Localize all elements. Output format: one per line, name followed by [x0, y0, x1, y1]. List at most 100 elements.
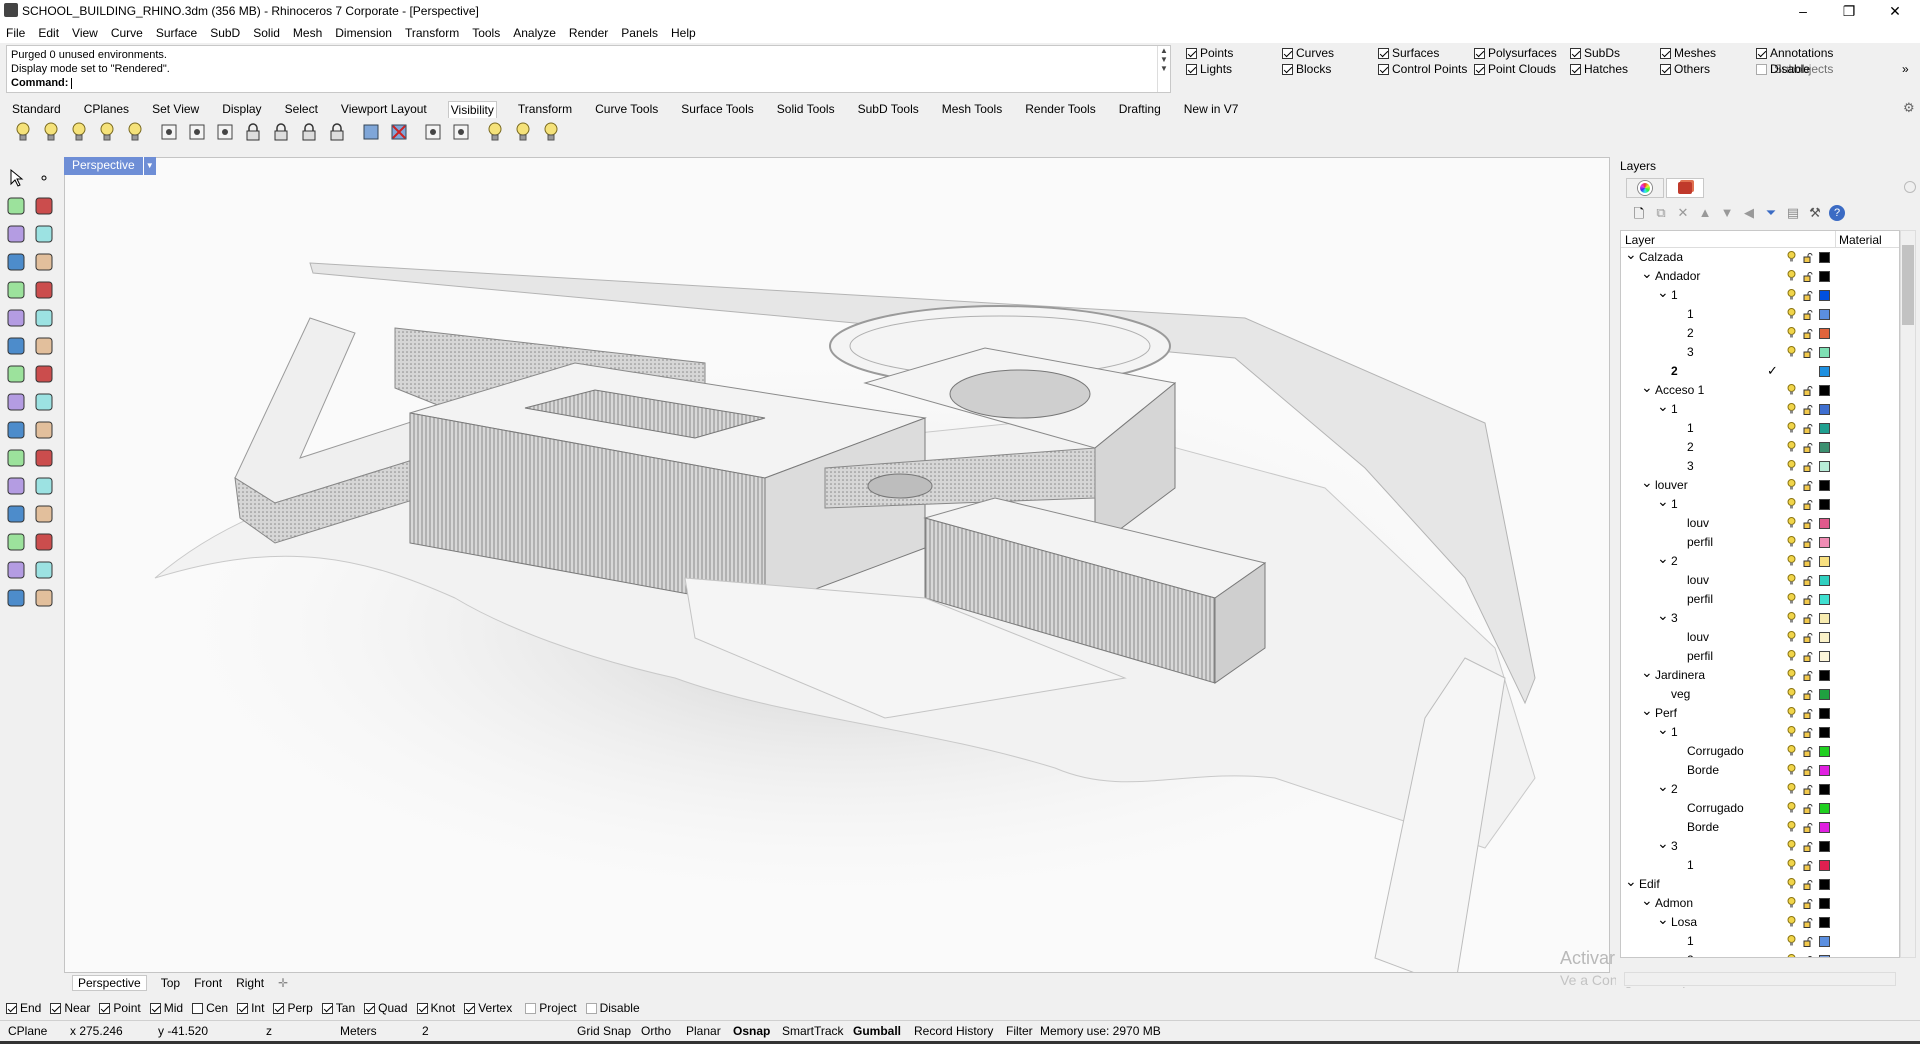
layer-visible-bulb-icon[interactable]: [1787, 536, 1796, 548]
layer-unlocked-icon[interactable]: [1803, 442, 1813, 453]
hide-swap-points-icon[interactable]: [212, 120, 238, 144]
layer-unlocked-icon[interactable]: [1803, 746, 1813, 757]
layer-color-swatch[interactable]: [1819, 803, 1830, 814]
expand-chevron-icon[interactable]: ⌄: [1641, 892, 1653, 909]
layer-color-swatch[interactable]: [1819, 290, 1830, 301]
expand-chevron-icon[interactable]: ⌄: [1657, 911, 1669, 928]
layer-name[interactable]: perfil: [1687, 535, 1713, 549]
layer-color-swatch[interactable]: [1819, 879, 1830, 890]
checkbox[interactable]: [6, 1002, 17, 1014]
menu-item-panels[interactable]: Panels: [621, 26, 658, 40]
osnap-knot[interactable]: Knot: [416, 1001, 455, 1015]
layer-color-swatch[interactable]: [1819, 955, 1830, 957]
layer-color-swatch[interactable]: [1819, 765, 1830, 776]
expand-chevron-icon[interactable]: ⌄: [1657, 284, 1669, 301]
command-history[interactable]: Purged 0 unused environments. Display mo…: [6, 45, 1171, 93]
menu-item-transform[interactable]: Transform: [405, 26, 459, 40]
layer-name[interactable]: 2: [1687, 953, 1694, 957]
expand-chevron-icon[interactable]: ⌄: [1641, 664, 1653, 681]
layer-row[interactable]: ⌄ 1: [1621, 721, 1899, 742]
layer-unlocked-icon[interactable]: [1803, 385, 1813, 396]
layers-horizontal-scrollbar[interactable]: [1624, 972, 1896, 986]
layer-visible-bulb-icon[interactable]: [1787, 840, 1796, 852]
filter-toggle[interactable]: Filter: [1006, 1024, 1033, 1038]
layer-unlocked-icon[interactable]: [1803, 480, 1813, 491]
layer-row[interactable]: 2: [1621, 951, 1899, 957]
command-input[interactable]: [71, 77, 73, 89]
help-icon[interactable]: ?: [1829, 205, 1845, 221]
perspective-viewport[interactable]: [64, 157, 1610, 973]
layer-name[interactable]: Losa: [1671, 915, 1697, 929]
layer-unlocked-icon[interactable]: [1803, 594, 1813, 605]
show-selected-bulb-icon[interactable]: [94, 120, 120, 144]
point-icon[interactable]: [32, 166, 56, 190]
layer-row[interactable]: 3: [1621, 457, 1899, 476]
array-icon[interactable]: [4, 530, 28, 554]
layer-row[interactable]: Corrugado: [1621, 799, 1899, 818]
checkbox[interactable]: [50, 1002, 62, 1014]
layer-color-swatch[interactable]: [1819, 252, 1830, 263]
filter-meshes[interactable]: Meshes: [1660, 46, 1716, 60]
layer-settings-icon[interactable]: ▤: [1782, 205, 1804, 223]
new-sublayer-icon[interactable]: ⧉: [1650, 205, 1672, 223]
polyline-icon[interactable]: [4, 194, 28, 218]
analyze-icon[interactable]: [4, 558, 28, 582]
fillet-curve-icon[interactable]: [32, 278, 56, 302]
tab-render-tools[interactable]: Render Tools: [1023, 101, 1098, 117]
layer-unlocked-icon[interactable]: [1803, 271, 1813, 282]
filter-others[interactable]: Others: [1660, 62, 1710, 76]
viewport-menu-chevron-down-icon[interactable]: ▼: [142, 157, 156, 175]
layer-color-swatch[interactable]: [1819, 594, 1830, 605]
move-up-icon[interactable]: ▲: [1694, 205, 1716, 223]
align-icon[interactable]: [32, 530, 56, 554]
layer-row[interactable]: ⌄ Edif: [1621, 873, 1899, 894]
layer-name[interactable]: louv: [1687, 573, 1709, 587]
osnap-mid[interactable]: Mid: [149, 1001, 183, 1015]
layer-visible-bulb-icon[interactable]: [1787, 745, 1796, 757]
patch-icon[interactable]: [32, 306, 56, 330]
layer-unlocked-icon[interactable]: [1803, 803, 1813, 814]
layer-unlocked-icon[interactable]: [1803, 822, 1813, 833]
unlock-icon[interactable]: [268, 120, 294, 144]
tab-drafting[interactable]: Drafting: [1117, 101, 1163, 117]
tab-subd-tools[interactable]: SubD Tools: [856, 101, 921, 117]
layer-unlocked-icon[interactable]: [1803, 347, 1813, 358]
layer-row[interactable]: 2: [1621, 324, 1899, 343]
tab-display[interactable]: Display: [220, 101, 263, 117]
tab-new-in-v7[interactable]: New in V7: [1182, 101, 1241, 117]
layer-color-swatch[interactable]: [1819, 613, 1830, 624]
select-arrow-icon[interactable]: [4, 166, 28, 190]
layer-visible-bulb-icon[interactable]: [1787, 251, 1796, 263]
tab-surface-tools[interactable]: Surface Tools: [679, 101, 756, 117]
expand-chevron-icon[interactable]: ⌄: [1641, 474, 1653, 491]
clipping-plane-icon[interactable]: [358, 120, 384, 144]
menu-item-curve[interactable]: Curve: [111, 26, 143, 40]
gumball-toggle[interactable]: Gumball: [853, 1024, 901, 1038]
toolbar-settings-gear-icon[interactable]: ⚙: [1903, 100, 1915, 116]
menu-item-tools[interactable]: Tools: [472, 26, 500, 40]
checkbox[interactable]: [149, 1002, 161, 1014]
view-tab-front[interactable]: Front: [194, 976, 222, 990]
arc-icon[interactable]: [4, 278, 28, 302]
show-points-icon[interactable]: [156, 120, 182, 144]
layer-visible-bulb-icon[interactable]: [1787, 517, 1796, 529]
layer-name[interactable]: Admon: [1655, 896, 1693, 910]
layer-row[interactable]: ⌄ 3: [1621, 607, 1899, 628]
layer-row[interactable]: 2 ✓: [1621, 362, 1899, 381]
osnap-vertex[interactable]: Vertex: [464, 1001, 512, 1015]
menu-item-mesh[interactable]: Mesh: [293, 26, 322, 40]
layer-unlocked-icon[interactable]: [1803, 290, 1813, 301]
layer-color-swatch[interactable]: [1819, 366, 1830, 377]
explode-icon[interactable]: [32, 502, 56, 526]
layer-visible-bulb-icon[interactable]: [1787, 935, 1796, 947]
filter-control-points[interactable]: Control Points: [1378, 62, 1467, 76]
layer-name[interactable]: Corrugado: [1687, 801, 1744, 815]
tab-set-view[interactable]: Set View: [150, 101, 201, 117]
layer-visible-bulb-icon[interactable]: [1787, 897, 1796, 909]
checkbox[interactable]: [1282, 47, 1293, 59]
layer-name[interactable]: louver: [1655, 478, 1688, 492]
layer-visible-bulb-icon[interactable]: [1787, 327, 1796, 339]
layer-row[interactable]: 3: [1621, 343, 1899, 362]
layer-color-swatch[interactable]: [1819, 404, 1830, 415]
layer-visible-bulb-icon[interactable]: [1787, 859, 1796, 871]
